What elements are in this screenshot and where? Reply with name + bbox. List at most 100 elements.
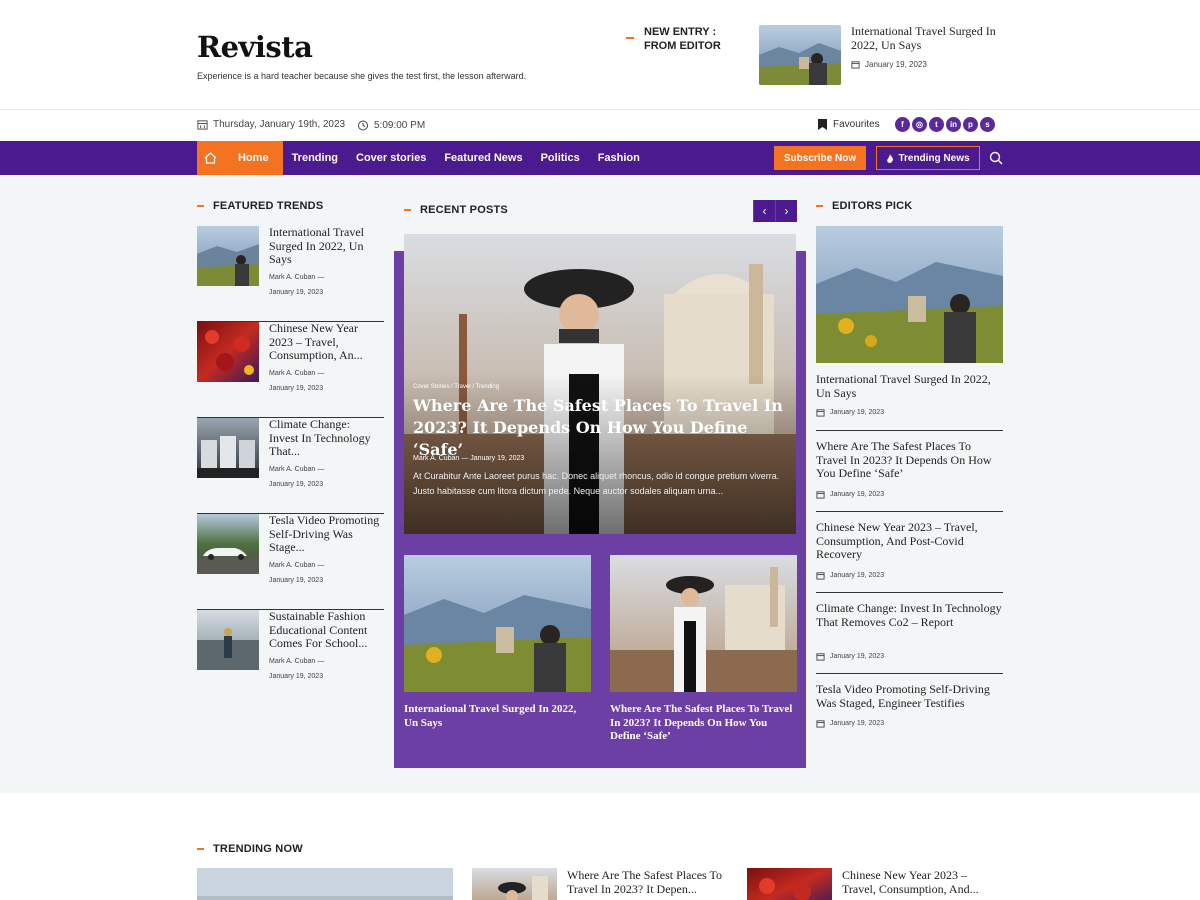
post-date: January 19, 2023 bbox=[816, 719, 884, 728]
nav-item-trending[interactable]: Trending bbox=[283, 141, 347, 175]
post-thumbnail[interactable] bbox=[197, 226, 259, 286]
list-item[interactable]: Tesla Video Promoting Self-Driving Was S… bbox=[816, 673, 1003, 710]
accent-dash bbox=[816, 205, 823, 207]
post-title[interactable]: Sustainable Fashion Educational Content … bbox=[269, 609, 381, 651]
date-text: January 19, 2023 bbox=[830, 572, 885, 579]
editors-pick-featured-image[interactable] bbox=[816, 226, 1003, 363]
twitter-icon[interactable]: t bbox=[929, 117, 944, 132]
post-title[interactable]: Where Are The Safest Places To Travel In… bbox=[567, 868, 727, 896]
search-icon[interactable] bbox=[989, 151, 1003, 165]
calendar-icon bbox=[816, 720, 825, 728]
date-text: January 19, 2023 bbox=[865, 60, 927, 69]
hero-meta: Mark A. Cuban — January 19, 2023 bbox=[413, 455, 524, 462]
info-bar: Thursday, January 19th, 2023 5:09:00 PM … bbox=[0, 110, 1200, 141]
post-thumbnail[interactable] bbox=[197, 610, 259, 670]
post-title[interactable]: Climate Change: Invest In Technology Tha… bbox=[269, 417, 381, 459]
clock-icon bbox=[358, 120, 368, 131]
list-item[interactable]: Chinese New Year 2023 – Travel, Consumpt… bbox=[197, 321, 384, 418]
social-links: f ◎ t in p s bbox=[895, 117, 995, 132]
nav-item-featured-news[interactable]: Featured News bbox=[435, 141, 531, 175]
author-name[interactable]: Mark A. Cuban bbox=[269, 658, 315, 665]
author-name[interactable]: Mark A. Cuban bbox=[269, 274, 315, 281]
post-thumbnail[interactable] bbox=[197, 418, 259, 478]
post-author: Mark A. Cuban — bbox=[269, 562, 325, 569]
hero-post[interactable]: Cover Stories / Travel / Trending Where … bbox=[404, 234, 796, 534]
post-thumbnail[interactable] bbox=[404, 555, 591, 692]
list-item[interactable]: Climate Change: Invest In Technology Tha… bbox=[197, 417, 384, 514]
skype-icon[interactable]: s bbox=[980, 117, 995, 132]
trending-now-heading: TRENDING NOW bbox=[197, 843, 303, 855]
post-title[interactable]: Climate Change: Invest In Technology Tha… bbox=[816, 601, 1003, 629]
list-item[interactable]: Chinese New Year 2023 – Travel, Consumpt… bbox=[816, 511, 1003, 562]
section-title-text: RECENT POSTS bbox=[420, 204, 508, 216]
chevron-right-icon[interactable]: › bbox=[775, 200, 797, 222]
chevron-left-icon[interactable]: ‹ bbox=[753, 200, 775, 222]
post-title[interactable]: Where Are The Safest Places To Travel In… bbox=[610, 703, 797, 744]
post-title[interactable]: Tesla Video Promoting Self-Driving Was S… bbox=[269, 513, 381, 555]
post-title[interactable]: Chinese New Year 2023 – Travel, Consumpt… bbox=[842, 868, 1002, 896]
current-date: Thursday, January 19th, 2023 bbox=[197, 119, 345, 130]
hero-categories[interactable]: Cover Stories / Travel / Trending bbox=[413, 384, 499, 390]
post-author: Mark A. Cuban — bbox=[269, 466, 325, 473]
post-author: Mark A. Cuban — bbox=[269, 658, 325, 665]
calendar-icon bbox=[197, 120, 208, 130]
home-icon[interactable] bbox=[197, 141, 224, 175]
nav-item-fashion[interactable]: Fashion bbox=[589, 141, 649, 175]
recent-post-card[interactable]: Where Are The Safest Places To Travel In… bbox=[610, 555, 797, 744]
recent-post-card[interactable]: International Travel Surged In 2022, Un … bbox=[404, 555, 591, 730]
site-header: Revista Experience is a hard teacher bec… bbox=[0, 0, 1200, 110]
post-date: January 19, 2023 bbox=[816, 652, 884, 661]
post-title[interactable]: International Travel Surged In 2022, Un … bbox=[269, 225, 381, 267]
post-title[interactable]: Where Are The Safest Places To Travel In… bbox=[816, 439, 1003, 481]
post-thumbnail[interactable] bbox=[197, 514, 259, 574]
post-title[interactable]: Chinese New Year 2023 – Travel, Consumpt… bbox=[816, 520, 1003, 562]
subscribe-button[interactable]: Subscribe Now bbox=[774, 146, 866, 170]
list-item[interactable]: Climate Change: Invest In Technology Tha… bbox=[816, 592, 1003, 629]
new-entry-thumbnail[interactable] bbox=[759, 25, 841, 85]
current-time-text: 5:09:00 PM bbox=[374, 119, 426, 131]
post-date: January 19, 2023 bbox=[816, 490, 884, 499]
nav-item-home[interactable]: Home bbox=[224, 141, 283, 175]
post-thumbnail[interactable] bbox=[747, 868, 832, 900]
post-date: January 19, 2023 bbox=[269, 385, 324, 392]
author-name[interactable]: Mark A. Cuban bbox=[269, 562, 315, 569]
author-name[interactable]: Mark A. Cuban bbox=[269, 370, 315, 377]
calendar-icon bbox=[816, 491, 825, 499]
author-name[interactable]: Mark A. Cuban bbox=[413, 455, 459, 462]
post-title[interactable]: Tesla Video Promoting Self-Driving Was S… bbox=[816, 682, 1003, 710]
slider-controls: ‹ › bbox=[753, 200, 797, 222]
calendar-icon bbox=[816, 572, 825, 580]
post-date: January 19, 2023 bbox=[269, 577, 324, 584]
editors-pick-featured-title[interactable]: International Travel Surged In 2022, Un … bbox=[816, 372, 1003, 400]
list-item[interactable]: Tesla Video Promoting Self-Driving Was S… bbox=[197, 513, 384, 610]
post-title[interactable]: Chinese New Year 2023 – Travel, Consumpt… bbox=[269, 321, 381, 363]
post-thumbnail[interactable] bbox=[610, 555, 797, 692]
trending-news-label: Trending News bbox=[898, 152, 970, 164]
nav-item-cover-stories[interactable]: Cover stories bbox=[347, 141, 435, 175]
meta-separator: — bbox=[461, 455, 471, 462]
list-item[interactable]: Sustainable Fashion Educational Content … bbox=[197, 609, 384, 706]
instagram-icon[interactable]: ◎ bbox=[912, 117, 927, 132]
bookmark-icon bbox=[818, 119, 827, 130]
calendar-icon bbox=[851, 61, 860, 69]
post-thumbnail[interactable] bbox=[197, 322, 259, 382]
linkedin-icon[interactable]: in bbox=[946, 117, 961, 132]
hero-title[interactable]: Where Are The Safest Places To Travel In… bbox=[413, 395, 793, 461]
author-name[interactable]: Mark A. Cuban bbox=[269, 466, 315, 473]
featured-trends-heading: FEATURED TRENDS bbox=[197, 200, 323, 212]
site-title[interactable]: Revista bbox=[197, 30, 313, 64]
new-entry-post-title[interactable]: International Travel Surged In 2022, Un … bbox=[851, 24, 1011, 52]
nav-item-politics[interactable]: Politics bbox=[532, 141, 589, 175]
nav-menu: Home Trending Cover stories Featured New… bbox=[224, 141, 649, 175]
post-title[interactable]: International Travel Surged In 2022, Un … bbox=[404, 703, 591, 730]
list-item[interactable]: Where Are The Safest Places To Travel In… bbox=[816, 430, 1003, 481]
trending-news-button[interactable]: Trending News bbox=[876, 146, 980, 170]
trending-now-featured-image[interactable] bbox=[197, 868, 453, 900]
favourites-link[interactable]: Favourites bbox=[818, 119, 880, 130]
featured-trends-list: International Travel Surged In 2022, Un … bbox=[197, 225, 384, 706]
list-item[interactable]: International Travel Surged In 2022, Un … bbox=[197, 225, 384, 322]
calendar-icon bbox=[816, 409, 825, 417]
facebook-icon[interactable]: f bbox=[895, 117, 910, 132]
post-thumbnail[interactable] bbox=[472, 868, 557, 900]
pinterest-icon[interactable]: p bbox=[963, 117, 978, 132]
